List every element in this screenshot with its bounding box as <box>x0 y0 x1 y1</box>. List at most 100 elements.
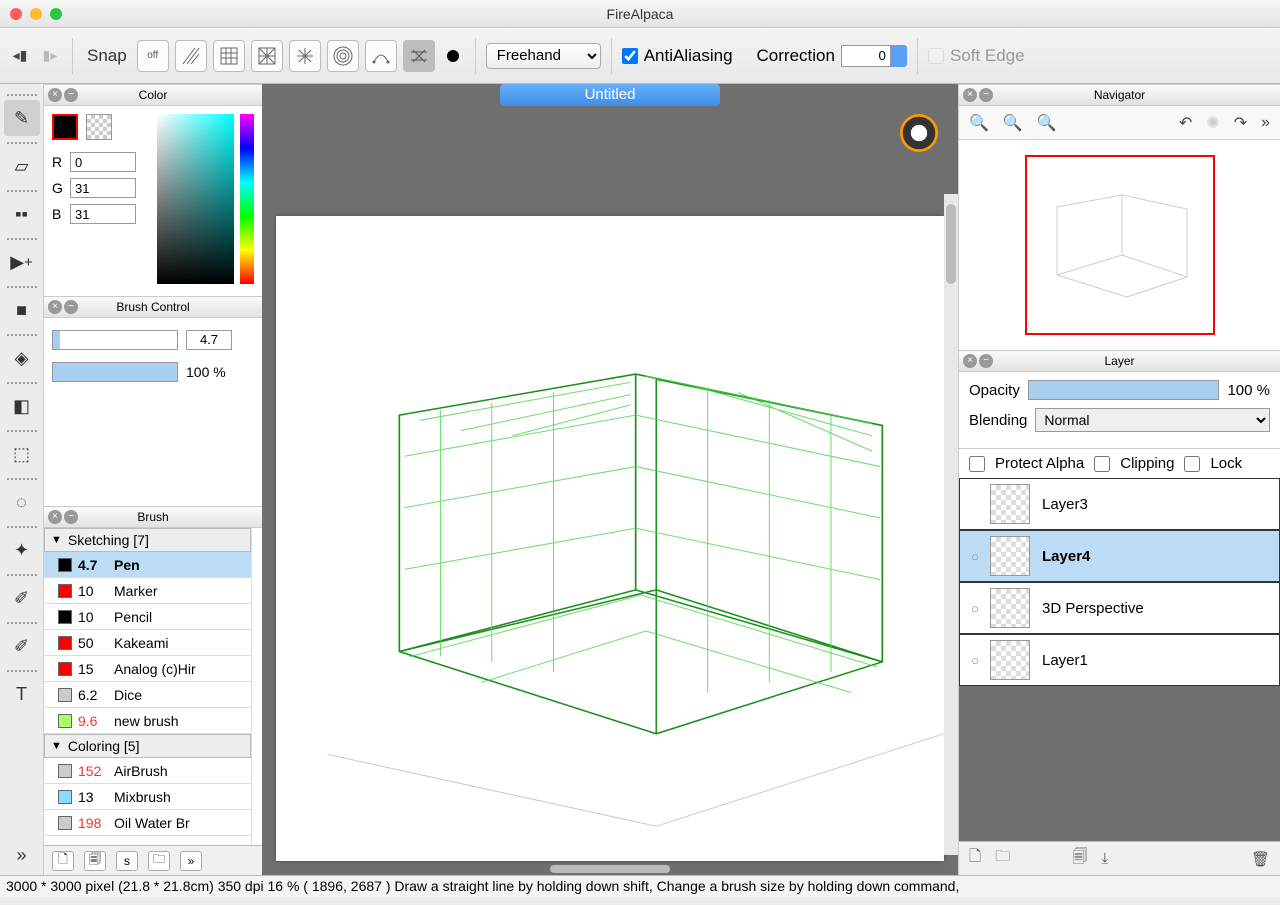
new-brush-icon[interactable]: 🗋 <box>52 851 74 871</box>
brush-more-icon[interactable]: » <box>180 851 202 871</box>
text-tool-icon[interactable]: T <box>4 676 40 712</box>
brush-item[interactable]: 10Pencil <box>44 604 251 630</box>
dup-brush-icon[interactable]: 🗐 <box>84 851 106 871</box>
rotate-reset-icon[interactable]: ✺ <box>1206 113 1219 133</box>
eraser-tool-icon[interactable]: ▱ <box>4 148 40 184</box>
brush-opacity-slider[interactable] <box>52 362 178 382</box>
foreground-swatch[interactable] <box>52 114 78 140</box>
antialiasing-label: AntiAliasing <box>644 46 733 66</box>
close-window-icon[interactable] <box>10 8 22 20</box>
snap-off-button[interactable]: off <box>137 40 169 72</box>
brush-footer: 🗋 🗐 s 🗀 » <box>44 845 262 875</box>
panel-collapse-icon[interactable]: − <box>64 510 78 524</box>
background-swatch[interactable] <box>86 114 112 140</box>
lock-checkbox[interactable] <box>1184 456 1200 472</box>
canvas-vscroll[interactable] <box>944 194 958 855</box>
panel-close-icon[interactable]: × <box>48 510 62 524</box>
snap-isogrid-button[interactable] <box>251 40 283 72</box>
snap-grid-button[interactable] <box>213 40 245 72</box>
protect-alpha-checkbox[interactable] <box>969 456 985 472</box>
layer-opacity-slider[interactable] <box>1028 380 1220 400</box>
opacity-value: 100 % <box>1227 382 1270 399</box>
selectpen-tool-icon[interactable]: ✐ <box>4 580 40 616</box>
zoom-window-icon[interactable] <box>50 8 62 20</box>
brush-script-icon[interactable]: s <box>116 851 138 871</box>
correction-stepper[interactable] <box>891 45 907 67</box>
canvas-hscroll[interactable] <box>462 863 758 875</box>
snap-parallel-button[interactable] <box>175 40 207 72</box>
fill-tool-icon[interactable]: ■ <box>4 292 40 328</box>
brush-item[interactable]: 6.2Dice <box>44 682 251 708</box>
hue-slider[interactable] <box>240 114 254 284</box>
brush-size-value[interactable]: 4.7 <box>186 330 232 350</box>
panel-close-icon[interactable]: × <box>963 354 977 368</box>
snap-vanishing-button[interactable] <box>403 40 435 72</box>
zoom-out-icon[interactable]: 🔍 <box>1003 113 1023 133</box>
snap-radial-button[interactable] <box>289 40 321 72</box>
brush-item[interactable]: 15Analog (c)Hir <box>44 656 251 682</box>
panel-close-icon[interactable]: × <box>963 88 977 102</box>
dot-tool-icon[interactable]: ▪▪ <box>4 196 40 232</box>
clipping-checkbox[interactable] <box>1094 456 1110 472</box>
snap-concentric-button[interactable] <box>327 40 359 72</box>
brush-item[interactable]: 198Oil Water Br <box>44 810 251 836</box>
layer-item[interactable]: ○Layer1 <box>959 634 1280 686</box>
layer-item[interactable]: ○Layer4 <box>959 530 1280 582</box>
g-input[interactable] <box>70 178 136 198</box>
brush-size-slider[interactable] <box>52 330 178 350</box>
snap-dot-icon[interactable] <box>447 50 459 62</box>
selecterase-tool-icon[interactable]: ✐ <box>4 628 40 664</box>
panel-collapse-icon[interactable]: − <box>979 88 993 102</box>
expand-tools-icon[interactable]: » <box>4 837 40 873</box>
panel-close-icon[interactable]: × <box>48 88 62 102</box>
softedge-checkbox[interactable] <box>928 48 944 64</box>
nav-more-icon[interactable]: » <box>1261 114 1270 132</box>
brush-group-header[interactable]: ▼Coloring [5] <box>44 734 251 758</box>
brush-item[interactable]: 13Mixbrush <box>44 784 251 810</box>
brush-item[interactable]: 10Marker <box>44 578 251 604</box>
bucket-tool-icon[interactable]: ◈ <box>4 340 40 376</box>
navigator-preview[interactable] <box>959 140 1280 350</box>
merge-down-icon[interactable]: ⤓ <box>1102 850 1109 867</box>
layer-item[interactable]: Layer3 <box>959 478 1280 530</box>
panel-collapse-icon[interactable]: − <box>64 88 78 102</box>
blending-select[interactable]: Normal <box>1035 408 1270 432</box>
select-rect-tool-icon[interactable]: ⬚ <box>4 436 40 472</box>
brush-item[interactable]: 152AirBrush <box>44 758 251 784</box>
brush-item[interactable]: 9.6new brush <box>44 708 251 734</box>
panel-close-icon[interactable]: × <box>48 300 62 314</box>
minimize-window-icon[interactable] <box>30 8 42 20</box>
layer-item[interactable]: ○3D Perspective <box>959 582 1280 634</box>
rotate-left-icon[interactable]: ↶ <box>1179 113 1192 133</box>
panel-collapse-icon[interactable]: − <box>979 354 993 368</box>
redo-button[interactable]: ▮▸ <box>38 47 62 64</box>
b-input[interactable] <box>70 204 136 224</box>
antialiasing-checkbox[interactable] <box>622 48 638 64</box>
snap-curve-button[interactable] <box>365 40 397 72</box>
rotate-right-icon[interactable]: ↷ <box>1234 113 1247 133</box>
panel-collapse-icon[interactable]: − <box>64 300 78 314</box>
undo-button[interactable]: ◂▮ <box>8 47 32 64</box>
stroke-mode-select[interactable]: Freehand <box>486 43 601 69</box>
new-layer-icon[interactable]: 🗋 <box>969 846 981 871</box>
brush-folder-icon[interactable]: 🗀 <box>148 851 170 871</box>
select-lasso-tool-icon[interactable]: ◌ <box>4 484 40 520</box>
canvas[interactable] <box>276 216 944 861</box>
delete-layer-icon[interactable]: 🗑 <box>1251 850 1270 868</box>
gradient-tool-icon[interactable]: ◧ <box>4 388 40 424</box>
r-input[interactable] <box>70 152 136 172</box>
zoom-in-icon[interactable]: 🔍 <box>969 113 989 133</box>
wand-tool-icon[interactable]: ✦ <box>4 532 40 568</box>
brush-group-header[interactable]: ▼Sketching [7] <box>44 528 251 552</box>
color-field[interactable] <box>157 114 234 284</box>
new-folder-icon[interactable]: 🗀 <box>995 846 1010 871</box>
move-tool-icon[interactable]: ▶+ <box>4 244 40 280</box>
snap-label: Snap <box>87 46 127 66</box>
brush-tool-icon[interactable]: ✎ <box>4 100 40 136</box>
document-tab[interactable]: Untitled <box>500 84 720 106</box>
brush-item[interactable]: 4.7Pen <box>44 552 251 578</box>
correction-input[interactable] <box>841 45 891 67</box>
brush-item[interactable]: 50Kakeami <box>44 630 251 656</box>
dup-layer-icon[interactable]: 🗐 <box>1073 846 1088 871</box>
zoom-fit-icon[interactable]: 🔍 <box>1037 113 1057 133</box>
